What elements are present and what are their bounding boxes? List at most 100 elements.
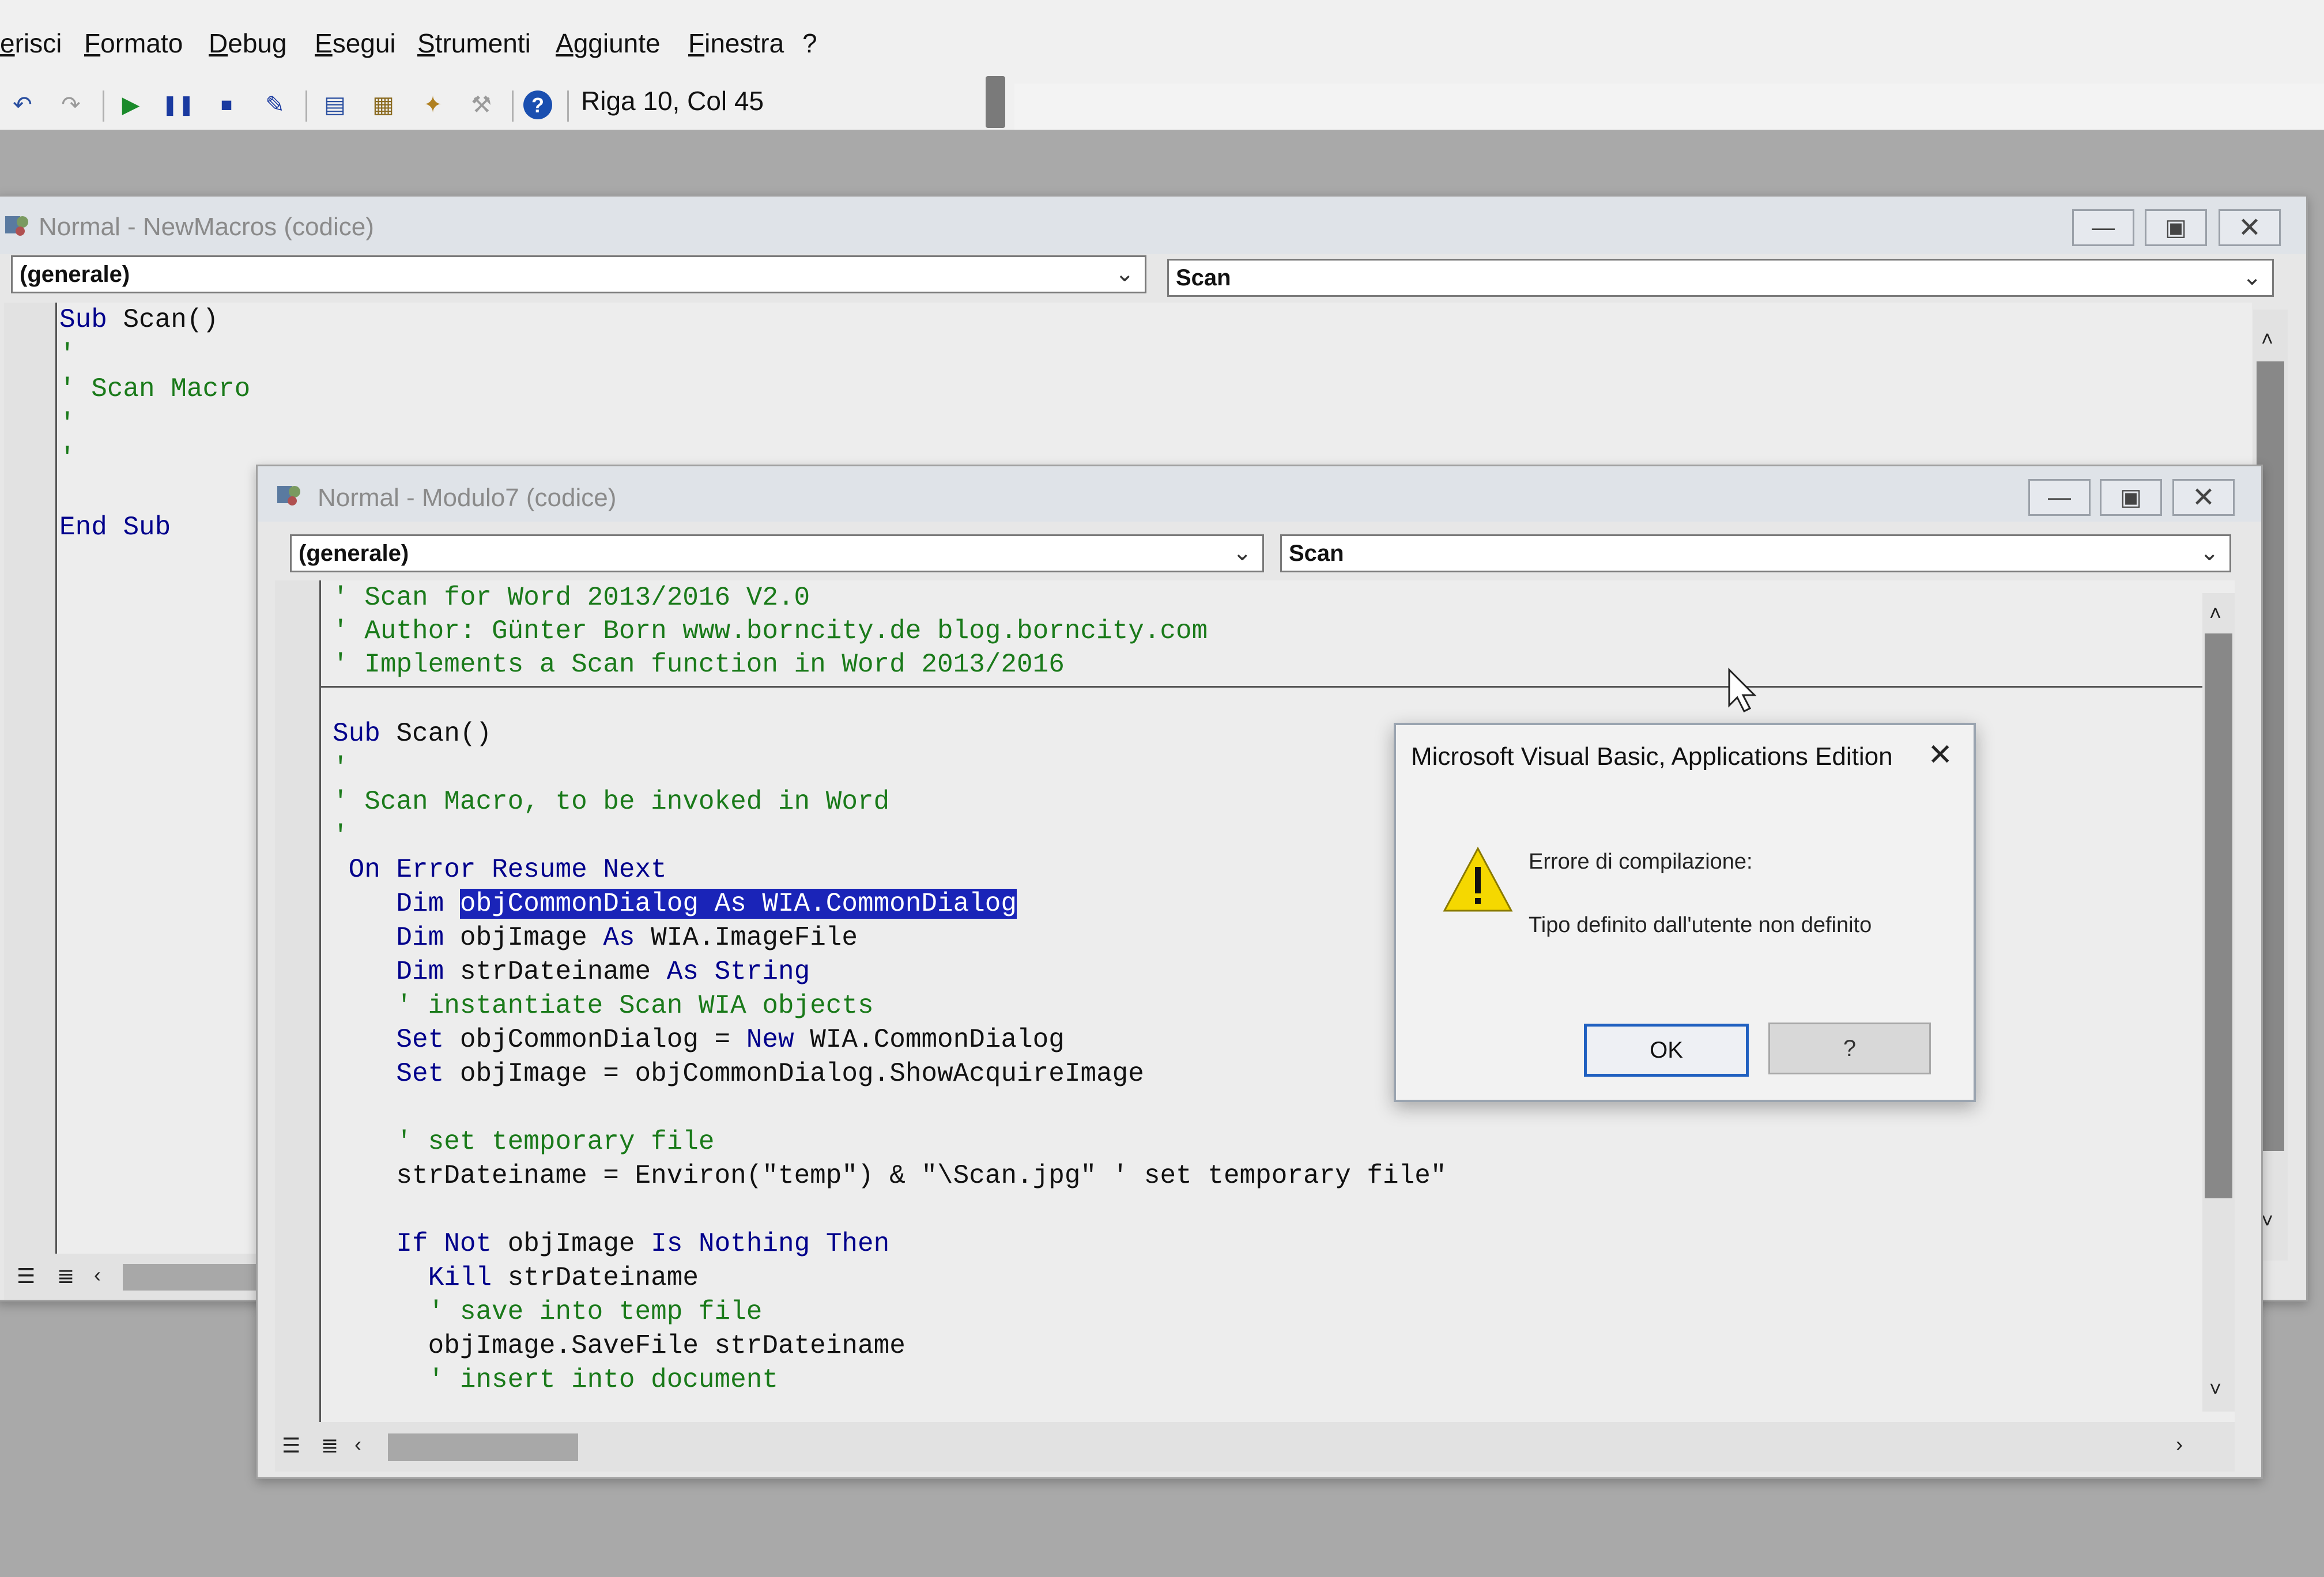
help-icon[interactable]: ? xyxy=(522,89,553,120)
scroll-up-icon[interactable]: ˄ xyxy=(2261,327,2273,351)
object-combo-value: (generale) xyxy=(20,262,130,287)
close-button[interactable]: ✕ xyxy=(2219,209,2281,246)
object-browser-icon[interactable]: ✦ xyxy=(417,89,448,120)
margin-indicator-bar[interactable] xyxy=(4,303,57,1254)
code-token: ' set temporary file xyxy=(333,1127,715,1157)
run-icon[interactable]: ▶ xyxy=(115,89,146,120)
project-explorer-icon[interactable]: ▤ xyxy=(319,89,350,120)
chevron-down-icon: ⌄ xyxy=(1115,261,1134,286)
code-line[interactable]: ' xyxy=(59,409,76,439)
code-line[interactable]: ' set temporary file xyxy=(333,1127,715,1157)
code-line[interactable]: ' Author: Günter Born www.borncity.de bl… xyxy=(333,616,1208,646)
code-line[interactable]: If Not objImage Is Nothing Then xyxy=(333,1229,889,1259)
code-line[interactable]: Sub Scan() xyxy=(59,305,218,335)
code-line[interactable]: ' insert into document xyxy=(333,1365,778,1395)
menu-tools[interactable]: Strumenti xyxy=(417,28,531,59)
code-line[interactable]: Dim objImage As WIA.ImageFile xyxy=(333,923,858,953)
horizontal-scroll-thumb[interactable] xyxy=(388,1433,578,1461)
undo-icon[interactable]: ↶ xyxy=(7,89,38,120)
code-line[interactable]: objImage.SaveFile strDateiname xyxy=(333,1331,906,1361)
code-token: strDateiname = Environ("temp") & "\Scan.… xyxy=(396,1161,1447,1191)
scroll-left-icon[interactable]: ‹ xyxy=(94,1263,101,1287)
procedure-view-icon[interactable]: ☰ xyxy=(282,1433,300,1458)
scroll-right-icon[interactable]: › xyxy=(2176,1432,2183,1457)
code-line[interactable]: Dim strDateiname As String xyxy=(333,957,810,987)
vertical-scroll-thumb[interactable] xyxy=(2205,633,2232,1198)
menu-run[interactable]: Esegui xyxy=(315,28,396,59)
object-combo-value: (generale) xyxy=(299,541,409,566)
code-token: Sub Scan() xyxy=(333,719,492,749)
close-button[interactable]: ✕ xyxy=(2172,479,2235,516)
close-icon[interactable]: ✕ xyxy=(1927,738,1953,772)
minimize-button[interactable]: — xyxy=(2028,479,2091,516)
margin-indicator-bar[interactable] xyxy=(275,580,321,1422)
vertical-scrollbar[interactable]: ˄ ˅ xyxy=(2202,593,2235,1412)
toolbar-grip[interactable] xyxy=(986,76,1005,128)
code-line[interactable]: Kill strDateiname xyxy=(333,1263,699,1293)
module-icon xyxy=(5,216,28,236)
compile-error-dialog[interactable]: Microsoft Visual Basic, Applications Edi… xyxy=(1394,723,1976,1102)
code-token: Dim xyxy=(396,889,444,919)
procedure-combo-value: Scan xyxy=(1289,541,1344,566)
menu-window[interactable]: Finestra xyxy=(688,28,784,59)
object-combo[interactable]: (generale) ⌄ xyxy=(11,255,1146,293)
window-title: Normal - Modulo7 (codice) xyxy=(318,484,617,512)
procedure-view-icon[interactable]: ☰ xyxy=(17,1264,35,1288)
code-line[interactable]: ' save into temp file xyxy=(333,1297,763,1327)
stop-icon[interactable]: ■ xyxy=(211,89,242,120)
code-token: Dim objImage As WIA.ImageFile xyxy=(396,923,858,953)
design-mode-icon[interactable]: ✎ xyxy=(259,89,290,120)
full-module-view-icon[interactable]: ≣ xyxy=(321,1433,338,1458)
cursor-position-readout: Riga 10, Col 45 xyxy=(581,86,764,116)
toolbar-separator xyxy=(305,90,307,122)
pause-icon[interactable]: ❚❚ xyxy=(162,89,195,120)
scroll-down-icon[interactable]: ˅ xyxy=(2209,1377,2221,1401)
full-module-view-icon[interactable]: ≣ xyxy=(57,1264,74,1288)
horizontal-scroll-thumb[interactable] xyxy=(123,1264,273,1291)
menu-help[interactable]: ? xyxy=(802,28,817,59)
code-line[interactable]: On Error Resume Next xyxy=(333,855,667,885)
code-line[interactable]: ' Implements a Scan function in Word 201… xyxy=(333,650,1065,680)
code-line[interactable]: ' instantiate Scan WIA objects xyxy=(333,991,873,1021)
object-combo[interactable]: (generale) ⌄ xyxy=(290,534,1264,572)
code-line[interactable]: ' Scan for Word 2013/2016 V2.0 xyxy=(333,583,810,613)
code-line[interactable]: End Sub xyxy=(59,512,171,542)
procedure-combo[interactable]: Scan ⌄ xyxy=(1167,259,2274,297)
menu-debug[interactable]: Debug xyxy=(209,28,287,59)
procedure-combo[interactable]: Scan ⌄ xyxy=(1280,534,2231,572)
code-line[interactable]: Sub Scan() xyxy=(333,719,492,749)
toolbox-icon[interactable]: ⚒ xyxy=(466,89,497,120)
code-line[interactable]: Set objImage = objCommonDialog.ShowAcqui… xyxy=(333,1059,1144,1089)
scroll-up-icon[interactable]: ˄ xyxy=(2209,601,2221,625)
maximize-button[interactable]: ▣ xyxy=(2100,479,2162,516)
ok-button[interactable]: OK xyxy=(1584,1024,1749,1077)
scroll-down-icon[interactable]: ˅ xyxy=(2261,1209,2273,1233)
scroll-left-icon[interactable]: ‹ xyxy=(354,1432,361,1457)
code-line[interactable]: ' Scan Macro xyxy=(59,374,250,404)
maximize-button[interactable]: ▣ xyxy=(2145,209,2207,246)
error-message: Tipo definito dall'utente non definito xyxy=(1529,913,1872,937)
properties-icon[interactable]: ▦ xyxy=(368,89,399,120)
menu-format[interactable]: Formato xyxy=(84,28,183,59)
code-token: ' Author: Günter Born www.borncity.de bl… xyxy=(333,616,1208,646)
code-token: Sub Scan() xyxy=(59,305,219,335)
window-title: Normal - NewMacros (codice) xyxy=(39,213,374,241)
code-line[interactable]: Set objCommonDialog = New WIA.CommonDial… xyxy=(333,1025,1064,1055)
window-title-bar[interactable]: Normal - NewMacros (codice) — ▣ ✕ xyxy=(0,197,2306,254)
code-token: ' xyxy=(333,821,349,851)
code-line[interactable]: ' xyxy=(333,821,349,851)
menu-insert[interactable]: erisci xyxy=(0,28,62,59)
minimize-button[interactable]: — xyxy=(2072,209,2134,246)
code-line[interactable]: strDateiname = Environ("temp") & "\Scan.… xyxy=(333,1161,1446,1191)
window-title-bar[interactable]: Normal - Modulo7 (codice) — ▣ ✕ xyxy=(258,466,2261,522)
help-button[interactable]: ? xyxy=(1768,1023,1931,1074)
code-line[interactable]: ' Scan Macro, to be invoked in Word xyxy=(333,787,889,817)
redo-icon[interactable]: ↷ xyxy=(55,89,86,120)
menu-addins[interactable]: Aggiunte xyxy=(556,28,661,59)
svg-text:?: ? xyxy=(531,93,544,117)
code-line[interactable]: ' xyxy=(333,753,349,783)
code-line[interactable]: Dim objCommonDialog As WIA.CommonDialog xyxy=(333,889,1017,919)
menu-bar: erisci Formato Debug Esegui Strumenti Ag… xyxy=(0,0,2324,84)
code-line[interactable]: ' xyxy=(59,443,76,473)
code-line[interactable]: ' xyxy=(59,339,76,369)
